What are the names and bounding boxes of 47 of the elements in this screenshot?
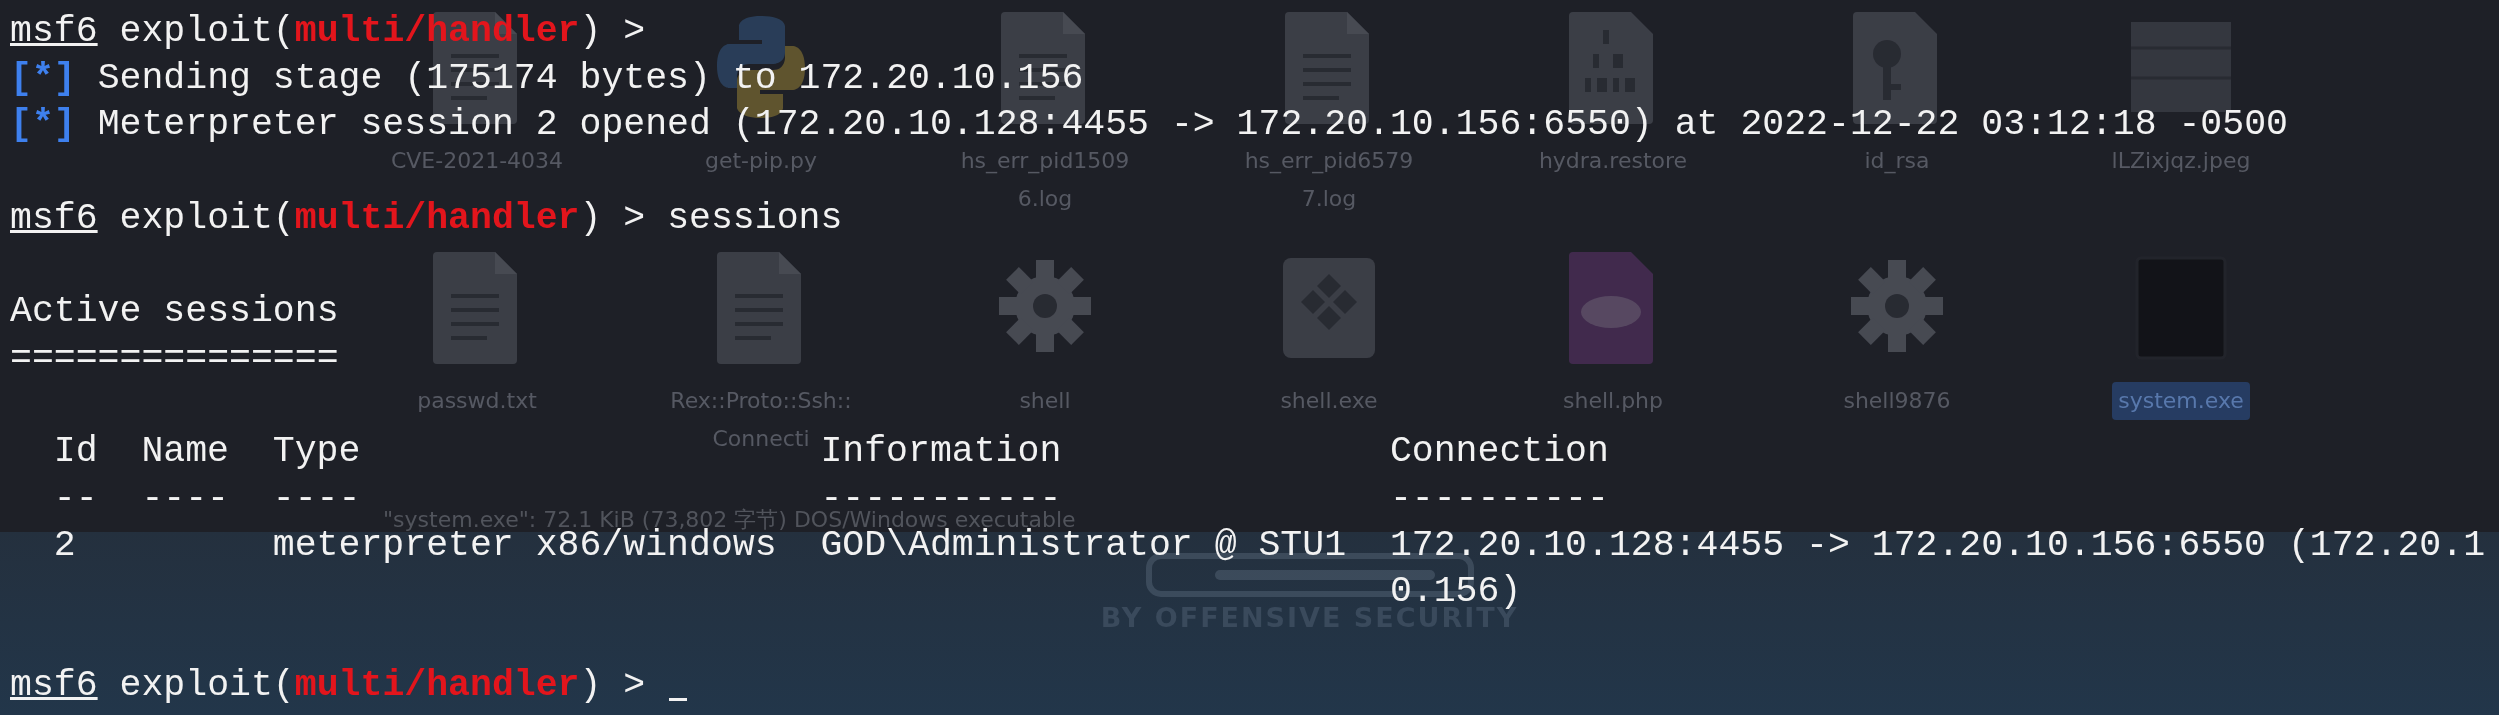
table-cell-text: 2 — [53, 531, 77, 560]
file-label: hs_err_pid6579 — [1243, 147, 1415, 176]
column-header: Information — [820, 431, 1062, 473]
file-label: hs_err_pid1509 — [959, 147, 1131, 176]
prompt-name: msf6 — [10, 664, 98, 706]
file-label: get-pip.py — [703, 147, 819, 175]
file-label: lLZixjqz.jpeg — [2110, 147, 2252, 175]
status-marker: [*] — [10, 104, 76, 146]
output-line: Sending stage (175174 bytes) to 172.20.10.156 — [97, 57, 1084, 99]
prompt-module: multi/handler — [294, 664, 580, 706]
file-label: shell9876 — [1842, 387, 1952, 415]
file-label: passwd.txt — [416, 387, 538, 415]
prompt-name: msf6 — [10, 197, 98, 239]
prompt-symbol: ) > — [579, 11, 646, 52]
prompt-name: msf6 — [10, 11, 98, 52]
file-label: 6.log — [1016, 185, 1074, 213]
column-header: Name — [141, 431, 230, 473]
header-rule: ---- — [141, 491, 231, 508]
file-label: Connecti — [711, 425, 811, 453]
output-line: =============== — [10, 337, 339, 379]
status-marker: [*] — [10, 57, 76, 99]
prompt-symbol: ) > — [579, 664, 646, 706]
file-label: Rex::Proto::Ssh:: — [669, 387, 853, 415]
output-line: Meterpreter session 2 opened (172.20.10.128:4455 -> 172.20.10.156:6550) at 2022-12-22 03:12:18 -0500 — [97, 104, 2288, 146]
prompt-context: exploit( — [119, 197, 295, 239]
header-rule: ----------- — [820, 491, 1062, 508]
file-label: id_rsa — [1863, 147, 1931, 176]
header-rule: ---------- — [1389, 491, 1610, 508]
prompt-module: multi/handler — [294, 197, 580, 239]
column-header: Id — [53, 431, 98, 473]
prompt-symbol: ) > — [579, 197, 646, 239]
output-line: Active sessions — [10, 291, 339, 333]
header-rule: ---- — [272, 491, 362, 508]
file-label: system.exe — [2112, 382, 2250, 420]
file-label: hydra.restore — [1537, 147, 1689, 175]
command-text: sessions — [667, 197, 843, 239]
prompt-module: multi/handler — [294, 11, 580, 52]
file-label: shell — [1018, 387, 1072, 415]
column-header: Connection — [1389, 431, 1609, 473]
prompt-context: exploit( — [119, 664, 295, 706]
file-label: shell.php — [1562, 387, 1664, 415]
prompt-context: exploit( — [119, 11, 295, 52]
file-label: shell.exe — [1279, 387, 1379, 415]
header-rule: -- — [53, 491, 99, 508]
column-header: Type — [272, 431, 361, 473]
file-label: 7.log — [1300, 185, 1358, 213]
file-label: CVE-2021-4034 — [389, 147, 565, 175]
